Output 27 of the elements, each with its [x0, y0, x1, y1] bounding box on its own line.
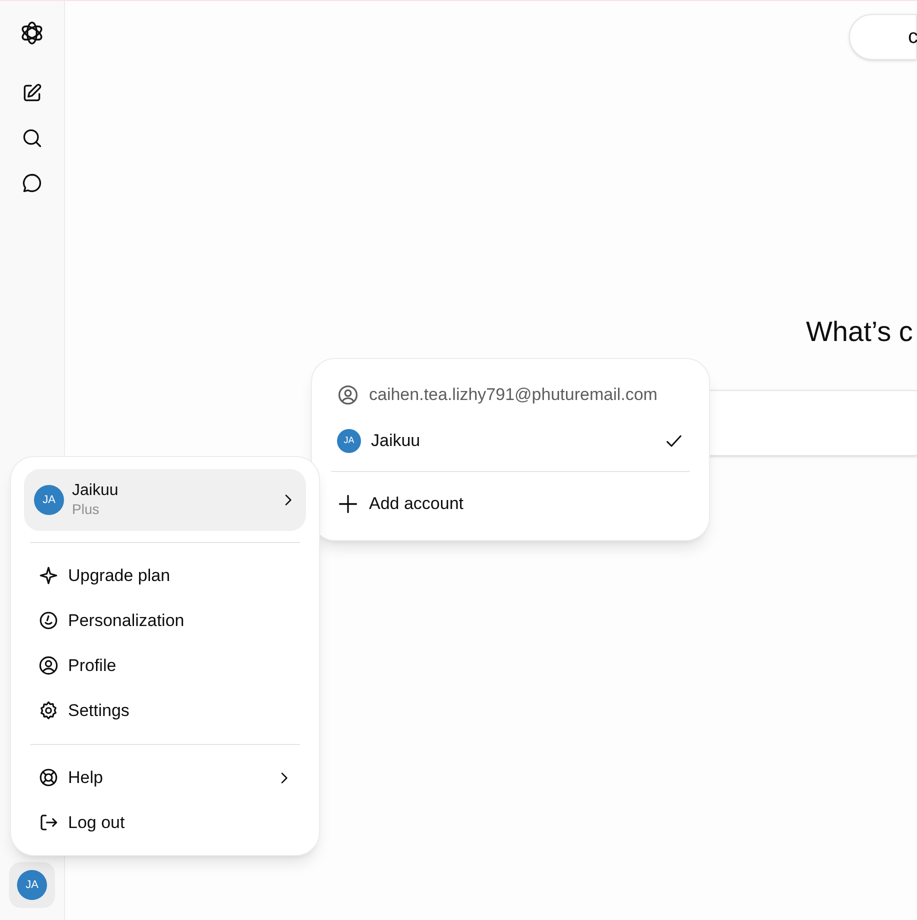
chat-bubble-icon[interactable] — [21, 172, 43, 194]
lifebuoy-icon — [38, 767, 59, 788]
search-icon[interactable] — [21, 127, 43, 149]
menu-item[interactable]: Settings — [24, 688, 306, 733]
new-chat-icon[interactable] — [21, 82, 43, 104]
menu-item[interactable]: Profile — [24, 643, 306, 688]
account-email: caihen.tea.lizhy791@phuturemail.com — [369, 384, 658, 406]
avatar-button[interactable]: JA — [9, 862, 55, 908]
avatar-icon: JA — [337, 429, 361, 453]
menu-item[interactable]: Upgrade plan — [24, 553, 306, 598]
logout-icon — [38, 812, 59, 833]
menu-item[interactable]: Log out — [24, 800, 306, 845]
menu-item[interactable]: Personalization — [24, 598, 306, 643]
plan-label: Plus — [72, 501, 100, 519]
avatar-icon: JA — [34, 485, 64, 515]
main-heading: What’s c — [806, 315, 913, 349]
plus-icon — [337, 493, 359, 515]
settings-icon — [38, 700, 59, 721]
user-name: Jaikuu — [72, 481, 118, 502]
user-circle-icon — [38, 655, 59, 676]
smile-circle-icon — [38, 610, 59, 631]
menu-item[interactable]: Help — [24, 755, 306, 800]
add-account-item[interactable]: Add account — [331, 480, 690, 528]
user-circle-icon — [337, 384, 359, 406]
user-menu-item[interactable]: JA Jaikuu Plus — [24, 469, 306, 531]
account-item[interactable]: JA Jaikuu — [331, 419, 690, 463]
sparkle-icon — [38, 565, 59, 586]
